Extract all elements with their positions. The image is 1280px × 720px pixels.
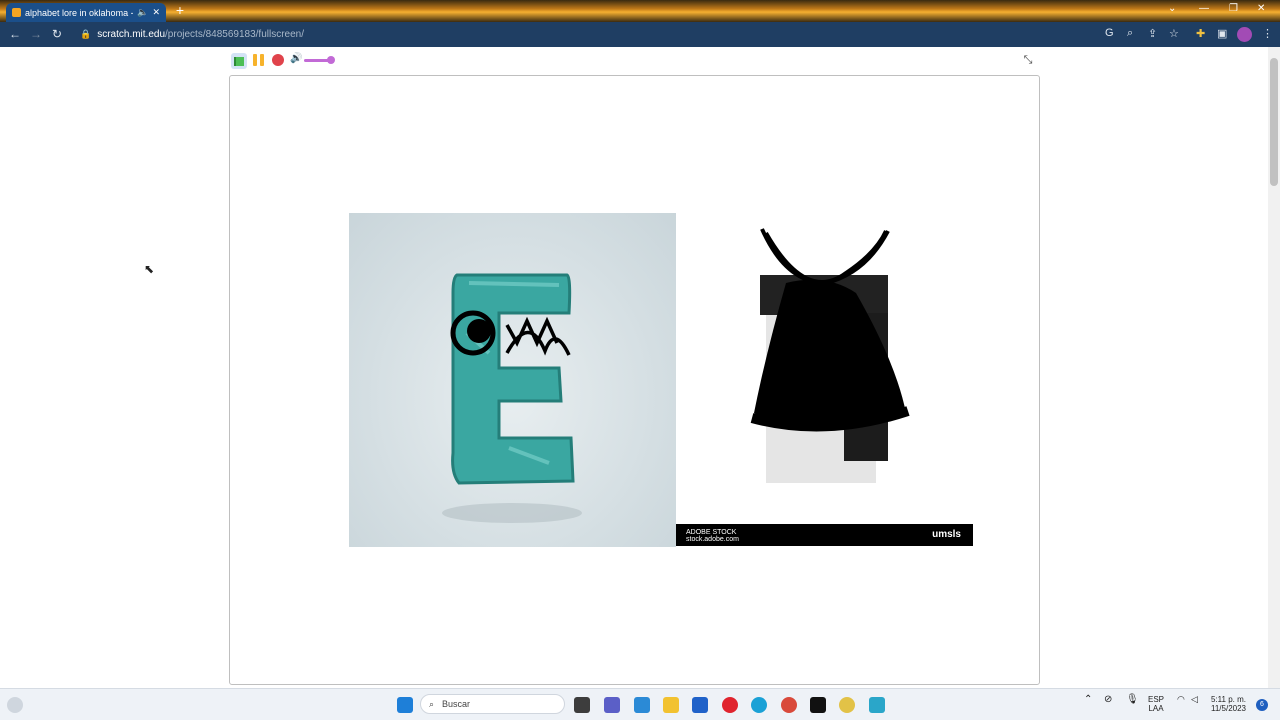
network-off-icon[interactable]: ⊘ — [1104, 695, 1112, 705]
start-button-icon[interactable] — [397, 697, 413, 713]
scribbled-letter-image: ADOBE STOCK stock.adobe.com umsls — [676, 213, 973, 546]
clock-time: 5:11 p. m. — [1211, 695, 1246, 704]
file-explorer-icon[interactable] — [663, 697, 679, 713]
store-icon[interactable] — [692, 697, 708, 713]
zoom-icon[interactable]: ⌕ — [1127, 27, 1133, 40]
back-icon[interactable]: ← — [9, 27, 21, 41]
google-icon[interactable]: G — [1105, 27, 1114, 39]
menu-kebab-icon[interactable]: ⋮ — [1262, 27, 1273, 40]
green-flag-button[interactable] — [231, 53, 247, 69]
url-host: scratch.mit.edu — [97, 29, 166, 40]
minimize-icon[interactable]: — — [1199, 3, 1209, 14]
browser-toolbar: ← → ↻ 🔒 scratch.mit.edu/projects/8485691… — [0, 22, 1280, 47]
volume-slider-handle[interactable] — [327, 56, 335, 64]
lang-line2: LAA — [1148, 704, 1164, 713]
footer-line2: stock.adobe.com — [686, 536, 739, 543]
share-icon[interactable]: ⇪ — [1148, 27, 1157, 40]
green-flag-icon — [234, 56, 244, 66]
letter-e-illustration — [442, 273, 582, 523]
chrome-icon[interactable] — [839, 697, 855, 713]
app-window-icon[interactable] — [869, 697, 885, 713]
profile-avatar[interactable] — [1237, 27, 1252, 42]
taskbar-search-input[interactable]: ⌕ Buscar — [420, 694, 565, 714]
letter-e-image — [349, 213, 676, 547]
tray-chevron-up-icon[interactable]: ⌃ — [1084, 695, 1092, 705]
footer-brand: umsls — [932, 529, 961, 540]
language-indicator[interactable]: ESP LAA — [1148, 695, 1164, 713]
notification-badge[interactable]: 6 — [1256, 699, 1268, 711]
clock-date: 11/5/2023 — [1211, 704, 1246, 713]
bookmark-star-icon[interactable]: ☆ — [1169, 27, 1179, 40]
url-path: /projects/848569183/fullscreen/ — [165, 29, 305, 40]
side-panel-icon[interactable]: ▣ — [1217, 27, 1227, 40]
search-placeholder: Buscar — [442, 699, 471, 709]
microphone-icon[interactable]: 🎙 — [1126, 695, 1139, 705]
address-bar[interactable]: 🔒 scratch.mit.edu/projects/848569183/ful… — [80, 26, 304, 43]
widgets-icon[interactable] — [7, 697, 23, 713]
clock[interactable]: 5:11 p. m. 11/5/2023 — [1211, 695, 1246, 713]
speaker-icon[interactable]: 🔈 — [137, 7, 148, 18]
scratch-favicon-icon — [12, 8, 21, 17]
pause-button[interactable] — [253, 54, 265, 66]
extensions-icon[interactable]: ✚ — [1196, 27, 1205, 40]
scribbled-letter-illustration — [750, 228, 910, 483]
browser-tab-strip: alphabet lore in oklahoma - 🔈 ✕ + ⌄ — ❐ … — [0, 0, 1280, 22]
volume-icon[interactable]: 🔊 — [290, 53, 302, 64]
reload-icon[interactable]: ↻ — [52, 27, 62, 41]
adobe-app-icon[interactable] — [810, 697, 826, 713]
close-tab-icon[interactable]: ✕ — [152, 7, 160, 18]
chevron-down-icon[interactable]: ⌄ — [1168, 3, 1176, 14]
restore-icon[interactable]: ❐ — [1229, 3, 1238, 14]
new-tab-button[interactable]: + — [172, 3, 188, 18]
stop-button[interactable] — [272, 54, 284, 66]
opera-icon[interactable] — [722, 697, 738, 713]
close-window-icon[interactable]: ✕ — [1257, 3, 1265, 14]
tab-title: alphabet lore in oklahoma - — [25, 7, 134, 18]
scrollbar-thumb[interactable] — [1270, 58, 1278, 186]
wifi-icon[interactable]: ◠ — [1177, 695, 1185, 704]
edge-dev-icon[interactable] — [634, 697, 650, 713]
media-app-icon[interactable] — [781, 697, 797, 713]
forward-icon[interactable]: → — [30, 27, 42, 41]
footer-line1: ADOBE STOCK — [686, 529, 737, 536]
stock-image-footer: ADOBE STOCK stock.adobe.com umsls — [676, 524, 973, 546]
browser-tab[interactable]: alphabet lore in oklahoma - 🔈 ✕ — [6, 3, 166, 22]
volume-tray-icon[interactable]: ◁ — [1191, 695, 1198, 704]
lock-icon: 🔒 — [80, 29, 92, 39]
lang-line1: ESP — [1148, 695, 1165, 704]
search-icon: ⌕ — [429, 698, 435, 709]
edge-icon[interactable] — [751, 697, 767, 713]
player-controls-bar — [0, 47, 1268, 75]
teams-chat-icon[interactable] — [604, 697, 620, 713]
task-view-icon[interactable] — [574, 697, 590, 713]
mouse-cursor-icon: ⬉ — [144, 262, 155, 276]
exit-fullscreen-button[interactable]: ⤡ — [1021, 53, 1035, 67]
